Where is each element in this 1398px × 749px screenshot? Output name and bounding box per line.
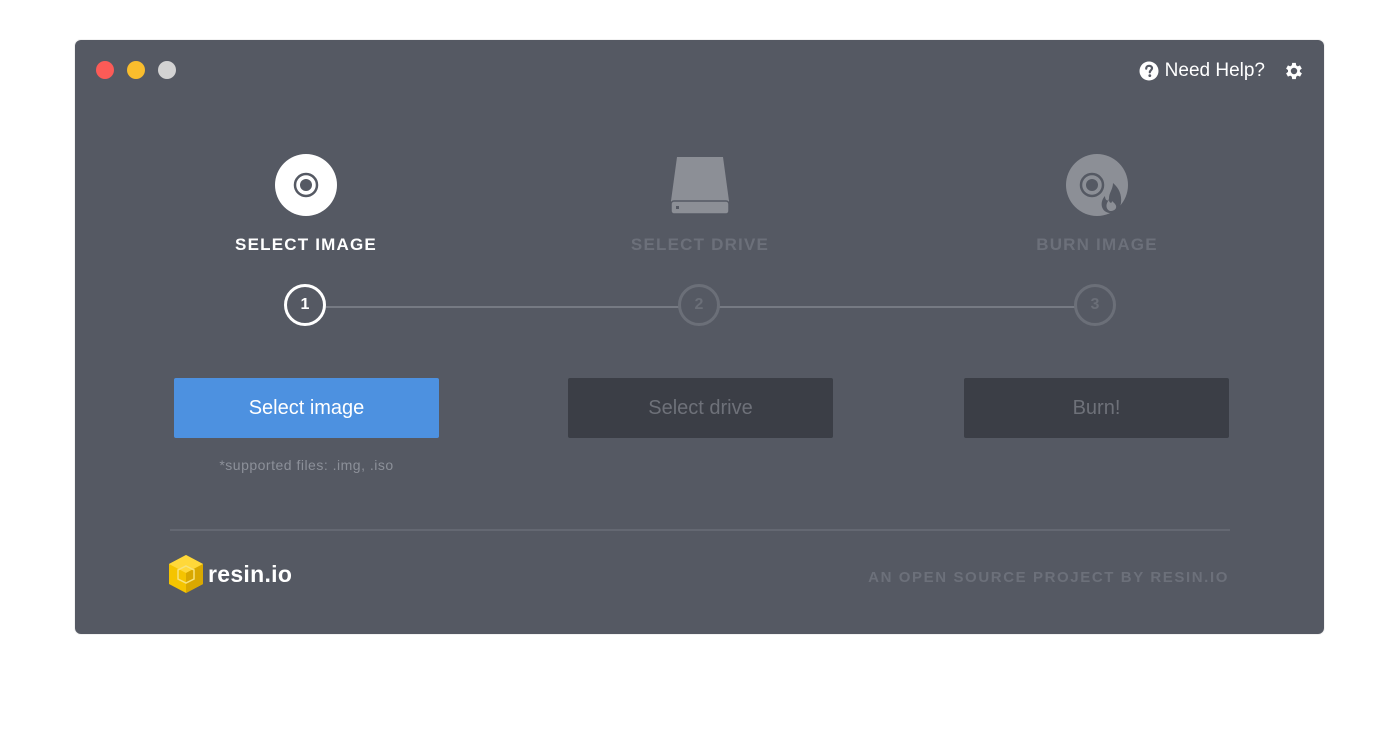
- step-title-select-image: SELECT IMAGE: [235, 235, 377, 254]
- need-help-link[interactable]: Need Help?: [1139, 60, 1265, 82]
- step-title-burn-image: BURN IMAGE: [1036, 235, 1158, 254]
- footer-divider: [170, 529, 1230, 531]
- footer-credit: AN OPEN SOURCE PROJECT BY RESIN.IO: [868, 569, 1229, 586]
- drive-icon: [670, 157, 730, 215]
- select-drive-button[interactable]: Select drive: [568, 378, 833, 438]
- step-indicator-3: 3: [1074, 284, 1116, 326]
- supported-files-note: *supported files: .img, .iso: [219, 457, 394, 473]
- gear-icon[interactable]: [1283, 60, 1305, 82]
- app-window: Need Help? SELECT IMAGE SELECT DRIVE BUR…: [75, 40, 1324, 634]
- step-title-select-drive: SELECT DRIVE: [630, 235, 770, 254]
- window-close-button[interactable]: [96, 61, 114, 79]
- brand-name: resin.io: [208, 560, 293, 587]
- step-indicator-2: 2: [678, 284, 720, 326]
- window-minimize-button[interactable]: [127, 61, 145, 79]
- burn-button[interactable]: Burn!: [964, 378, 1229, 438]
- window-controls: [96, 61, 176, 79]
- resin-cube-icon: [169, 555, 203, 593]
- step-select-drive: SELECT DRIVE: [550, 153, 850, 255]
- step-indicator-1: 1: [284, 284, 326, 326]
- step-select-image: SELECT IMAGE: [156, 153, 456, 255]
- select-image-button[interactable]: Select image: [174, 378, 439, 438]
- burn-disc-icon: [1066, 154, 1128, 216]
- window-maximize-button[interactable]: [158, 61, 176, 79]
- brand-logo[interactable]: resin.io: [168, 554, 292, 594]
- step-burn-image: BURN IMAGE: [947, 153, 1247, 255]
- header-actions: Need Help?: [1139, 60, 1305, 82]
- disc-icon: [275, 154, 337, 216]
- question-circle-icon: [1139, 61, 1159, 81]
- need-help-label: Need Help?: [1164, 60, 1265, 81]
